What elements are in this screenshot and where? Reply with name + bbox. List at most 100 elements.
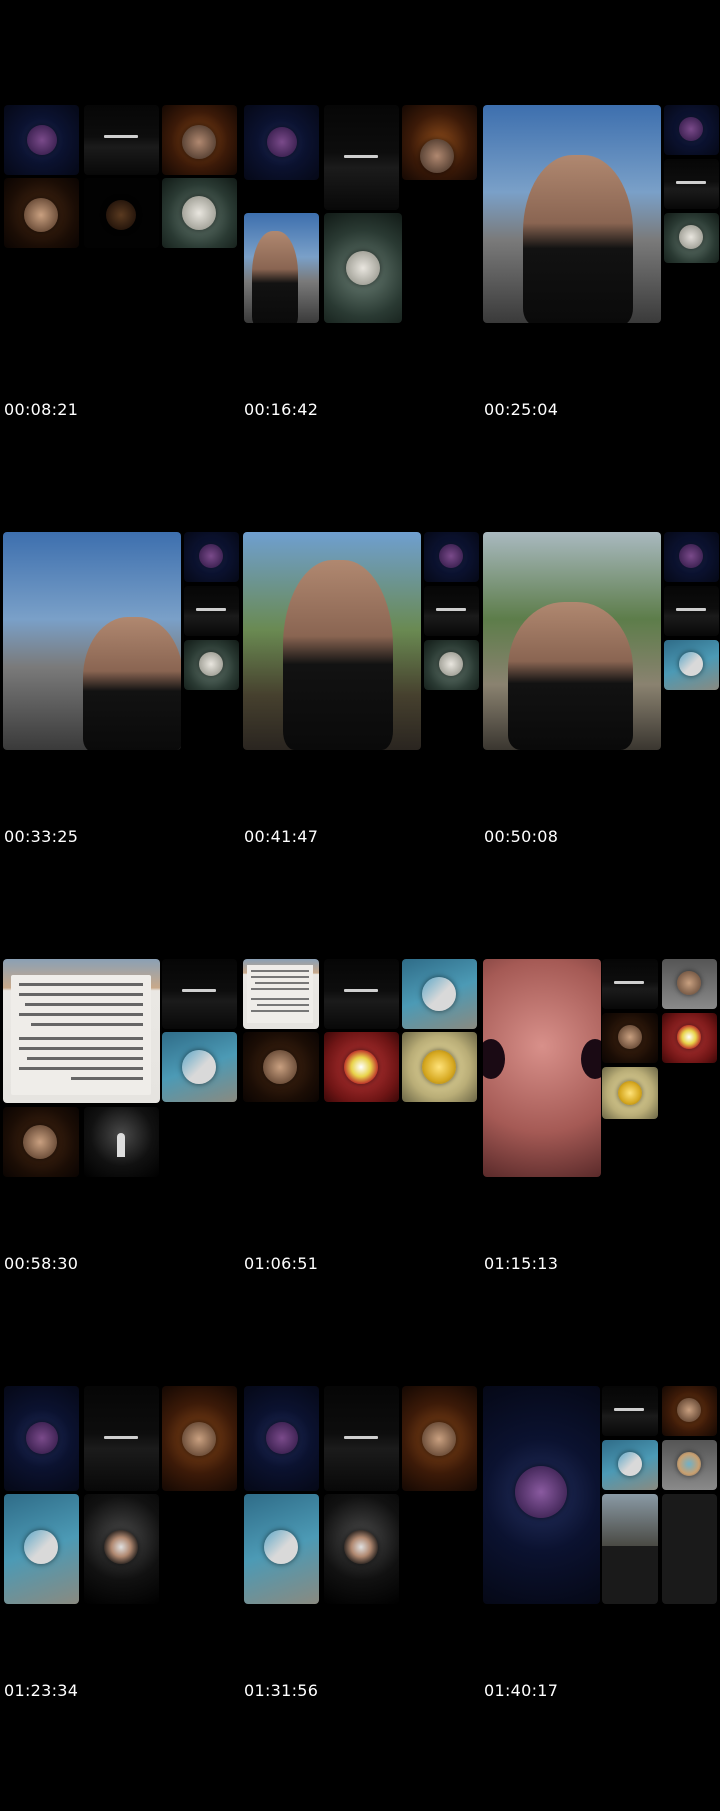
person-figure (283, 560, 393, 750)
avatar (23, 1125, 57, 1159)
thumbnail-5[interactable]: 00:41:47 (240, 530, 480, 957)
chick-icon (422, 1050, 456, 1084)
story-tile[interactable] (664, 159, 719, 209)
story-main-frame[interactable] (3, 532, 181, 750)
story-tile[interactable] (244, 105, 319, 180)
story-tile[interactable] (84, 1107, 159, 1177)
story-tile[interactable] (324, 1386, 399, 1491)
story-tile[interactable] (662, 1386, 717, 1436)
person-figure (523, 155, 633, 323)
story-tile[interactable] (664, 105, 719, 155)
thumbnail-11[interactable]: 01:31:56 (240, 1384, 480, 1811)
avatar (677, 1398, 701, 1422)
story-tile[interactable] (424, 532, 479, 582)
story-tile[interactable] (184, 586, 239, 636)
thumbnail-9[interactable]: 01:15:13 (480, 957, 720, 1384)
story-tile[interactable] (244, 213, 319, 323)
text-card (11, 975, 151, 1095)
story-tile[interactable] (602, 1067, 658, 1119)
thumbnail-3[interactable]: 00:25:04 (480, 103, 720, 530)
trophy-icon (677, 1025, 701, 1049)
timestamp: 01:15:13 (484, 1254, 559, 1273)
story-tile[interactable] (402, 959, 477, 1029)
story-tile[interactable] (184, 640, 239, 690)
story-tile[interactable] (244, 1386, 319, 1491)
text-line (25, 1003, 143, 1006)
thumbnail-6[interactable]: 00:50:08 (480, 530, 720, 957)
story-tile[interactable] (244, 1494, 319, 1604)
story-tile[interactable] (424, 640, 479, 690)
story-tile[interactable] (602, 1386, 658, 1436)
timestamp: 00:25:04 (484, 400, 559, 419)
story-tile[interactable] (84, 178, 159, 248)
story-tile[interactable] (84, 1494, 159, 1604)
story-tile[interactable] (664, 586, 719, 636)
story-tile[interactable] (162, 959, 237, 1029)
timestamp: 00:16:42 (244, 400, 319, 419)
story-tile[interactable] (84, 1386, 159, 1491)
story-tile[interactable] (602, 959, 658, 1009)
story-tile[interactable] (324, 213, 402, 323)
story-tile[interactable] (243, 1032, 319, 1102)
story-tile[interactable] (602, 1494, 658, 1604)
person-figure (83, 617, 181, 750)
thumbnail-2[interactable]: 00:16:42 (240, 103, 480, 530)
dark-spot (581, 1039, 601, 1079)
dark-spot (483, 1039, 505, 1079)
story-tile[interactable] (4, 1494, 79, 1604)
story-tile[interactable] (4, 105, 79, 175)
story-tile[interactable] (402, 1032, 477, 1102)
story-tile[interactable] (4, 178, 79, 248)
wolf-avatar-icon (439, 544, 463, 568)
thumbnail-1[interactable]: 00:08:21 (0, 103, 240, 530)
story-tile[interactable] (402, 105, 477, 180)
wolf-avatar-icon (199, 544, 223, 568)
thumbnail-8[interactable]: 01:06:51 (240, 957, 480, 1384)
story-tile[interactable] (664, 532, 719, 582)
person-figure (508, 602, 633, 750)
story-main-frame[interactable] (483, 1386, 600, 1604)
wolf-avatar-icon (27, 125, 57, 155)
banner-graphic (344, 1436, 378, 1439)
thumbnail-12[interactable]: 01:40:17 (480, 1384, 720, 1811)
timestamp: 00:50:08 (484, 827, 559, 846)
story-tile[interactable] (4, 1386, 79, 1491)
story-tile[interactable] (324, 105, 399, 210)
text-line (31, 1023, 143, 1026)
story-tile[interactable] (324, 959, 399, 1029)
thumbnail-10[interactable]: 01:23:34 (0, 1384, 240, 1811)
timestamp: 00:33:25 (4, 827, 79, 846)
story-text-post[interactable] (243, 959, 319, 1029)
chick-icon (618, 1081, 642, 1105)
story-main-frame[interactable] (243, 532, 421, 750)
timestamp: 01:40:17 (484, 1681, 559, 1700)
story-tile[interactable] (324, 1032, 399, 1102)
story-tile[interactable] (162, 1032, 237, 1102)
story-tile[interactable] (324, 1494, 399, 1604)
story-main-frame[interactable] (483, 105, 661, 323)
story-tile[interactable] (664, 640, 719, 690)
thumbnail-4[interactable]: 00:33:25 (0, 530, 240, 957)
story-main-frame[interactable] (483, 532, 661, 750)
story-tile[interactable] (662, 1494, 717, 1604)
story-text-post[interactable] (3, 959, 160, 1103)
story-tile[interactable] (602, 1440, 658, 1490)
story-tile[interactable] (402, 1386, 477, 1491)
story-tile[interactable] (184, 532, 239, 582)
thumbnail-7[interactable]: 00:58:30 (0, 957, 240, 1384)
story-tile[interactable] (162, 105, 237, 175)
story-tile[interactable] (664, 213, 719, 263)
wolf-avatar-icon (679, 117, 703, 141)
story-tile[interactable] (3, 1107, 79, 1177)
story-tile[interactable] (84, 105, 159, 175)
story-tile[interactable] (662, 1013, 717, 1063)
story-tile[interactable] (602, 1013, 658, 1063)
story-tile[interactable] (162, 1386, 237, 1491)
story-main-frame[interactable] (483, 959, 601, 1177)
story-tile[interactable] (424, 586, 479, 636)
avatar (182, 125, 216, 159)
story-tile[interactable] (662, 959, 717, 1009)
story-tile[interactable] (662, 1440, 717, 1490)
story-tile[interactable] (162, 178, 237, 248)
wolf-avatar-icon (679, 544, 703, 568)
